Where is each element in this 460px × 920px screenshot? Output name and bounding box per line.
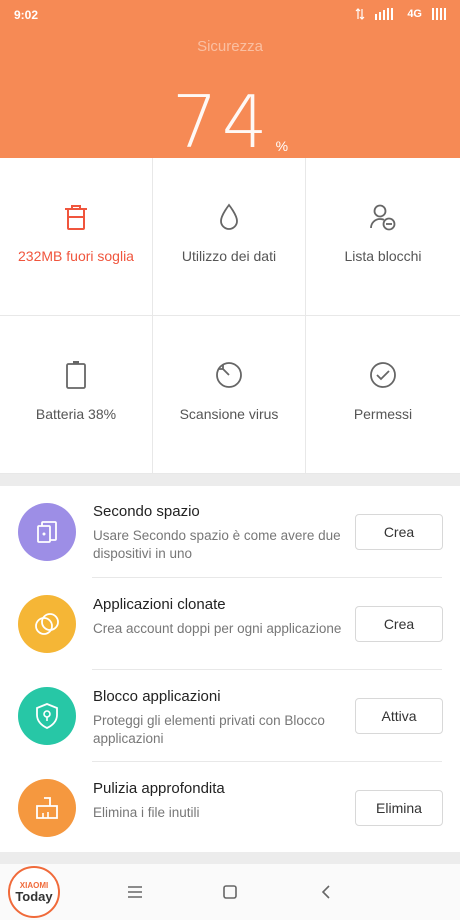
list-item-deep-clean[interactable]: Pulizia approfondita Elimina i file inut…: [0, 762, 460, 852]
grid-item-virus-scan[interactable]: Scansione virus: [153, 316, 306, 474]
page-title: Sicurezza: [197, 38, 263, 55]
item-title: Pulizia approfondita: [93, 780, 225, 797]
signal-icon: [375, 8, 394, 20]
grid-item-label: Batteria 38%: [35, 406, 117, 422]
grid-item-label: Permessi: [353, 406, 413, 422]
score-unit: %: [275, 138, 289, 154]
list-item-second-space[interactable]: Secondo spazio Usare Secondo spazio è co…: [0, 486, 460, 578]
menu-icon[interactable]: [125, 882, 145, 902]
shield-lock-icon: [18, 687, 76, 745]
home-icon[interactable]: [220, 882, 240, 902]
grid-item-label: 232MB fuori soglia: [18, 248, 134, 264]
status-bar: 9:02 4G: [0, 0, 460, 30]
system-nav-bar: [0, 864, 460, 920]
trash-icon: [61, 202, 91, 232]
list-item-app-lock[interactable]: Blocco applicazioni Proteggi gli element…: [0, 670, 460, 762]
delete-junk-button[interactable]: Elimina: [355, 790, 443, 826]
second-space-icon: [18, 503, 76, 561]
item-title: Applicazioni clonate: [93, 596, 226, 613]
list-item-cloned-apps[interactable]: Applicazioni clonate Crea account doppi …: [0, 578, 460, 670]
data-transfer-icon: [355, 8, 365, 20]
grid-item-label: Lista blocchi: [344, 248, 422, 264]
drop-icon: [214, 202, 244, 232]
item-description: Usare Secondo spazio è come avere due di…: [93, 528, 341, 561]
battery-status-icon: [432, 8, 446, 20]
score-value: 74: [171, 80, 272, 164]
user-block-icon: [368, 202, 398, 232]
activate-app-lock-button[interactable]: Attiva: [355, 698, 443, 734]
xiaomitoday-watermark-logo: XIAOMI Today: [8, 866, 60, 918]
grid-item-label: Scansione virus: [179, 406, 279, 422]
grid-item-label: Utilizzo dei dati: [181, 248, 277, 264]
grid-item-blocklist[interactable]: Lista blocchi: [306, 158, 460, 316]
features-list: Secondo spazio Usare Secondo spazio è co…: [0, 486, 460, 852]
battery-icon: [61, 360, 91, 390]
create-second-space-button[interactable]: Crea: [355, 514, 443, 550]
status-time: 9:02: [14, 8, 39, 22]
grid-item-battery[interactable]: Batteria 38%: [0, 316, 153, 474]
grid-item-permissions[interactable]: Permessi: [306, 316, 460, 474]
check-circle-icon: [368, 360, 398, 390]
create-cloned-app-button[interactable]: Crea: [355, 606, 443, 642]
item-description: Elimina i file inutili: [93, 805, 200, 820]
tools-grid: 232MB fuori soglia Utilizzo dei dati Lis…: [0, 158, 460, 474]
watermark-line2: Today: [15, 888, 53, 904]
item-title: Secondo spazio: [93, 503, 200, 520]
clone-icon: [18, 595, 76, 653]
broom-icon: [18, 779, 76, 837]
security-header: 9:02 4G Sicurezza 74 %: [0, 0, 460, 158]
network-type: 4G: [407, 8, 422, 20]
grid-item-cleaner[interactable]: 232MB fuori soglia: [0, 158, 153, 316]
grid-item-data-usage[interactable]: Utilizzo dei dati: [153, 158, 306, 316]
item-description: Crea account doppi per ogni applicazione: [93, 621, 342, 636]
item-title: Blocco applicazioni: [93, 688, 221, 705]
back-icon[interactable]: [316, 882, 336, 902]
security-score: 74 %: [0, 86, 460, 158]
status-icons: 4G: [355, 8, 446, 20]
scan-icon: [214, 360, 244, 390]
item-description: Proteggi gli elementi privati con Blocco…: [93, 713, 325, 746]
